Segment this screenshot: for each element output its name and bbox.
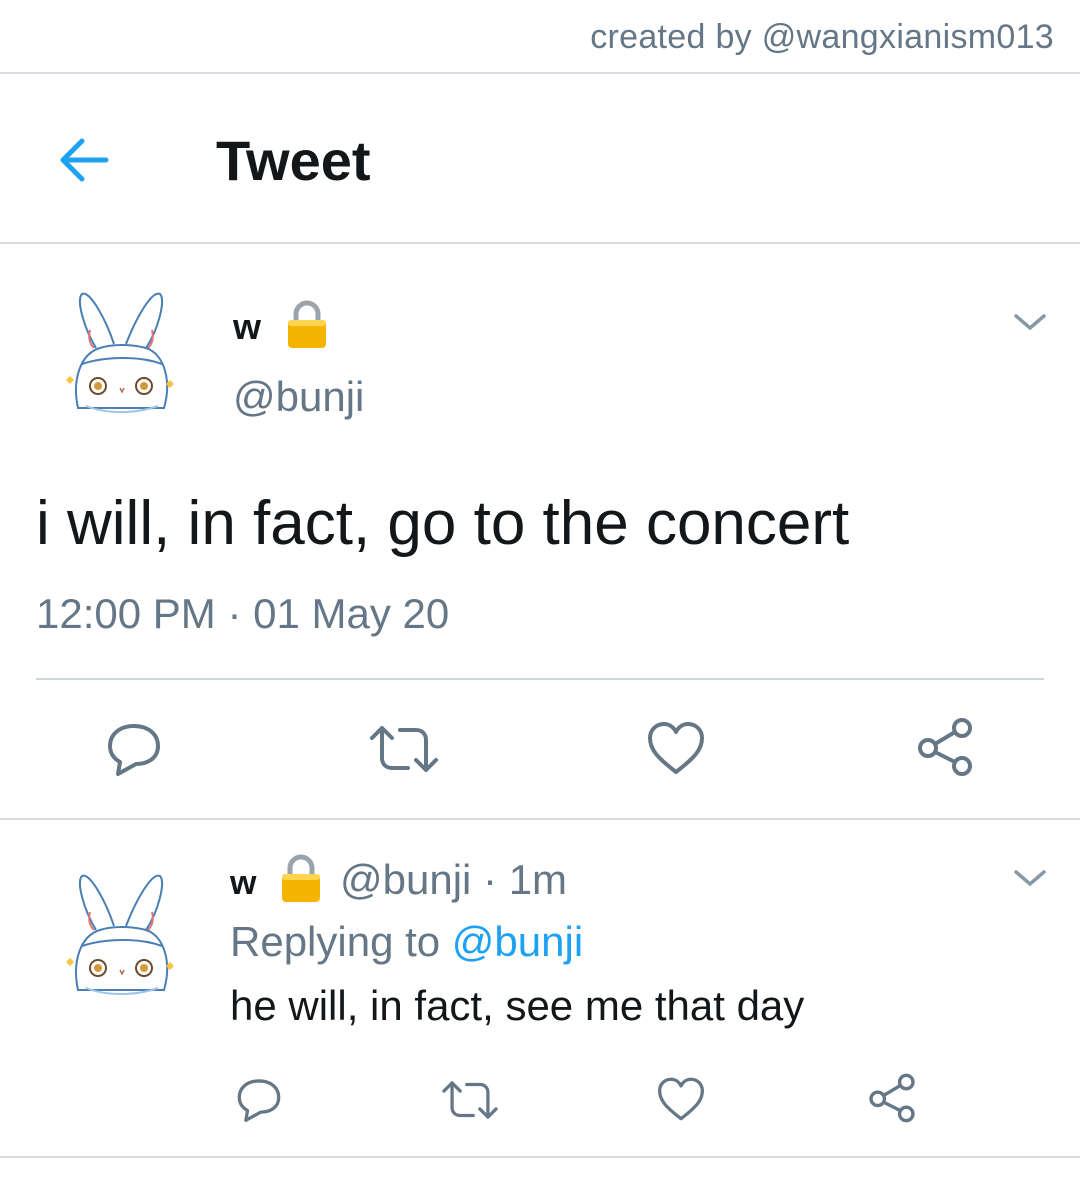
- replying-to-label: Replying to: [230, 918, 441, 965]
- user-handle[interactable]: @bunji: [340, 856, 471, 903]
- more-options-button[interactable]: [1012, 866, 1048, 890]
- reply-icon: [108, 724, 160, 776]
- back-button[interactable]: [56, 135, 112, 185]
- divider: [0, 818, 1080, 820]
- display-name[interactable]: w: [233, 306, 261, 348]
- share-icon: [869, 1073, 915, 1123]
- more-options-button[interactable]: [1012, 310, 1048, 334]
- retweet-button[interactable]: [440, 1078, 500, 1127]
- display-name[interactable]: w: [230, 864, 256, 903]
- share-button[interactable]: [866, 1072, 918, 1129]
- watermark-credit: created by @wangxianism013: [590, 18, 1054, 56]
- page-title: Tweet: [216, 129, 371, 192]
- tweet-timestamp[interactable]: 12:00 PM · 01 May 20: [36, 590, 449, 638]
- divider: [0, 242, 1080, 244]
- share-button[interactable]: [914, 716, 976, 783]
- like-icon: [648, 722, 704, 774]
- arrow-left-icon: [60, 138, 109, 182]
- reply-button[interactable]: [104, 720, 164, 781]
- retweet-button[interactable]: [368, 722, 440, 781]
- like-button[interactable]: [646, 720, 706, 781]
- chevron-down-icon: [1014, 870, 1046, 886]
- lock-icon: [280, 852, 322, 909]
- like-button[interactable]: [656, 1076, 706, 1127]
- tweet-text: he will, in fact, see me that day: [230, 982, 805, 1029]
- divider: [36, 678, 1044, 680]
- lock-icon: [286, 298, 328, 355]
- replying-to: Replying to @bunji: [230, 918, 583, 966]
- chevron-down-icon: [1014, 314, 1046, 330]
- retweet-icon: [370, 726, 438, 772]
- bunny-avatar-icon: [66, 874, 174, 995]
- like-icon: [658, 1077, 704, 1121]
- user-handle[interactable]: @bunji: [233, 373, 364, 421]
- avatar[interactable]: [66, 872, 178, 1002]
- divider: [0, 1156, 1080, 1158]
- retweet-icon: [442, 1081, 498, 1119]
- reply-button[interactable]: [234, 1076, 284, 1127]
- reply-time[interactable]: · 1m: [483, 856, 567, 903]
- divider: [0, 72, 1080, 74]
- bunny-avatar-icon: [66, 292, 174, 413]
- share-icon: [918, 718, 972, 776]
- replying-to-link[interactable]: @bunji: [452, 918, 583, 965]
- avatar[interactable]: [66, 290, 178, 420]
- tweet-text: i will, in fact, go to the concert: [36, 489, 850, 558]
- reply-icon: [237, 1079, 281, 1122]
